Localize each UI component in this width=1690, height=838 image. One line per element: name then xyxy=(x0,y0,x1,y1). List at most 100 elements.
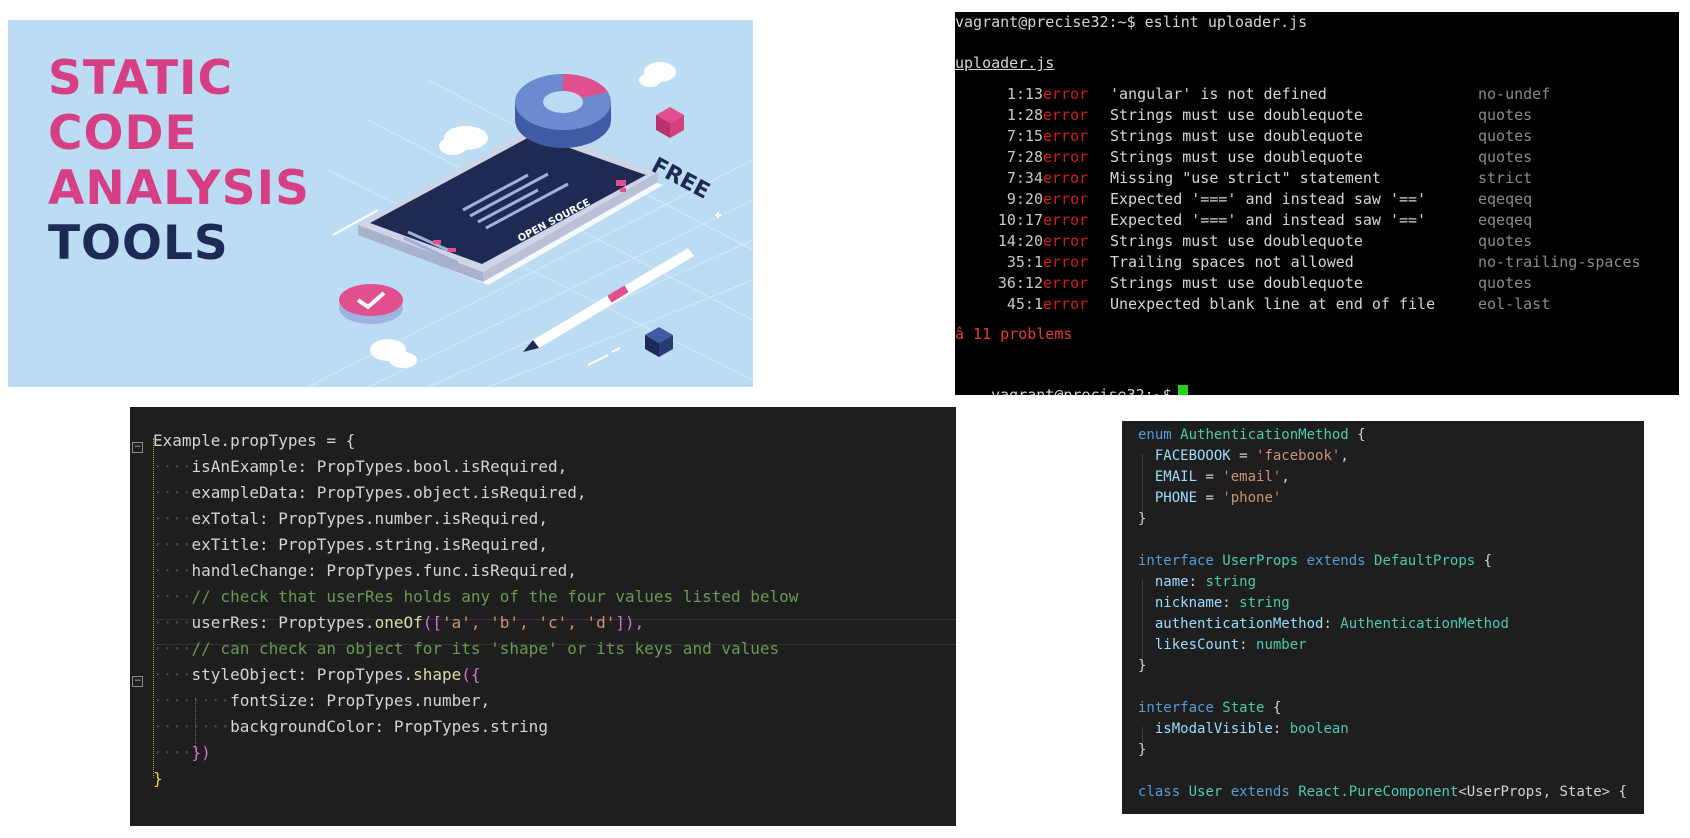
ts-line-7: interface UserProps extends DefaultProps… xyxy=(1138,553,1493,569)
code-line-8: ····userRes: Proptypes.oneOf(['a', 'b', … xyxy=(153,613,645,632)
property-name: likesCount xyxy=(1154,637,1240,653)
code-text: handleChange: PropTypes.func.isRequired, xyxy=(191,561,577,580)
fold-collapse-icon[interactable]: − xyxy=(132,442,143,453)
code-text: exTotal: PropTypes.number.isRequired, xyxy=(191,509,548,528)
type-name: React.PureComponent xyxy=(1298,784,1459,800)
code-line-9: ····// can check an object for its 'shap… xyxy=(153,639,780,658)
code-bracket: } xyxy=(153,769,163,788)
error-severity: error xyxy=(1043,232,1089,250)
error-severity: error xyxy=(1043,85,1089,103)
problems-summary: â 11 problems xyxy=(955,325,1073,343)
error-message: Strings must use doublequote xyxy=(1110,232,1363,250)
error-location: 35:1 xyxy=(1006,253,1043,271)
keyword: enum xyxy=(1138,427,1172,443)
error-rule: no-trailing-spaces xyxy=(1478,253,1641,271)
error-location: 7:28 xyxy=(1006,148,1043,166)
error-location: 7:15 xyxy=(1006,127,1043,145)
code-text: styleObject: PropTypes. xyxy=(191,665,414,684)
banner-title-line-4: TOOLS xyxy=(48,216,229,271)
eslint-error-row: 7:28 error Strings must use doublequote quo… xyxy=(955,147,1679,167)
code-text: Example.propTypes = { xyxy=(153,431,356,450)
error-severity: error xyxy=(1043,211,1089,229)
error-message: Expected '===' and instead saw '==' xyxy=(1110,190,1427,208)
eslint-error-row: 7:34 error Missing "use strict" statement s… xyxy=(955,168,1679,188)
banner-title-line-2: CODE xyxy=(48,106,198,161)
eslint-error-row: 1:13 error 'angular' is not defined no-unde… xyxy=(955,84,1679,104)
string-literal: 'email' xyxy=(1222,469,1282,485)
property-name: isModalVisible xyxy=(1154,721,1273,737)
error-rule: eqeqeq xyxy=(1478,190,1533,208)
property-name: nickname xyxy=(1154,595,1223,611)
eslint-error-row: 14:20 error Strings must use doublequote qu… xyxy=(955,231,1679,251)
terminal-cursor xyxy=(1177,385,1188,395)
error-severity: error xyxy=(1043,253,1089,271)
eslint-error-row: 1:28 error Strings must use doublequote quo… xyxy=(955,105,1679,125)
type-name: User xyxy=(1188,784,1223,800)
error-severity: error xyxy=(1043,169,1089,187)
error-location: 9:20 xyxy=(1006,190,1043,208)
eslint-error-row: 36:12 error Strings must use doublequote qu… xyxy=(955,273,1679,293)
error-rule: strict xyxy=(1478,169,1533,187)
eslint-error-row: 7:15 error Strings must use doublequote quo… xyxy=(955,126,1679,146)
code-function: oneOf xyxy=(374,613,423,632)
type-name: string xyxy=(1205,574,1257,590)
fold-collapse-icon[interactable]: − xyxy=(132,676,143,687)
code-text: { xyxy=(1348,427,1366,443)
pie-chart-icon xyxy=(515,73,611,148)
static-code-analysis-banner: OPEN SOURCE FREE STATIC CODE ANALYSIS TO… xyxy=(8,20,753,387)
ts-line-4: PHONE = 'phone' xyxy=(1154,490,1282,506)
code-line-5: ····exTitle: PropTypes.string.isRequired… xyxy=(153,535,548,554)
type-name: string xyxy=(1239,595,1290,611)
error-message: Strings must use doublequote xyxy=(1110,274,1363,292)
property-name: name xyxy=(1154,574,1189,590)
code-bracket: ({ xyxy=(461,665,481,684)
error-severity: error xyxy=(1043,295,1089,313)
ts-line-8: name: string xyxy=(1154,574,1257,590)
checkmark-icon xyxy=(339,284,403,324)
code-text: exTitle: PropTypes.string.isRequired, xyxy=(191,535,548,554)
eslint-error-row: 10:17 error Expected '===' and instead saw… xyxy=(955,210,1679,230)
code-text: isAnExample: PropTypes.bool.isRequired, xyxy=(191,457,568,476)
terminal-prompt[interactable]: vagrant@precise32:~$ xyxy=(955,365,1188,395)
error-message: Unexpected blank line at end of file xyxy=(1110,295,1436,313)
error-severity: error xyxy=(1043,106,1089,124)
error-rule: eqeqeq xyxy=(1478,211,1533,229)
keyword: interface xyxy=(1138,553,1214,569)
string-literal: 'phone' xyxy=(1222,490,1282,506)
terminal-command-line: vagrant@precise32:~$ eslint uploader.js xyxy=(955,13,1308,31)
ts-line-18: class User extends React.PureComponent<U… xyxy=(1138,782,1627,803)
eslint-terminal[interactable]: vagrant@precise32:~$ eslint uploader.js … xyxy=(955,12,1679,395)
typescript-code-editor[interactable]: enum AuthenticationMethod { FACEBOOOK = … xyxy=(1122,421,1644,814)
error-location: 36:12 xyxy=(997,274,1043,292)
error-severity: error xyxy=(1043,127,1089,145)
ts-line-3: EMAIL = 'email', xyxy=(1154,469,1290,485)
banner-title-line-3: ANALYSIS xyxy=(48,161,310,216)
type-name: AuthenticationMethod xyxy=(1180,427,1349,443)
code-bracket: }) xyxy=(191,743,211,762)
code-text: userRes: Proptypes. xyxy=(191,613,375,632)
error-location: 14:20 xyxy=(997,232,1043,250)
type-name: boolean xyxy=(1289,721,1349,737)
ts-line-5: } xyxy=(1138,511,1147,527)
string-literal: 'facebook' xyxy=(1256,448,1341,464)
banner-title-line-1: STATIC xyxy=(48,51,234,106)
error-message: Missing "use strict" statement xyxy=(1110,169,1381,187)
proptypes-code-editor[interactable]: − − Example.propTypes = { ····isAnExampl… xyxy=(130,407,956,826)
error-rule: eol-last xyxy=(1478,295,1551,313)
ts-line-1: enum AuthenticationMethod { xyxy=(1138,425,1366,446)
error-severity: error xyxy=(1043,190,1089,208)
error-rule: quotes xyxy=(1478,148,1533,166)
ts-line-2: FACEBOOOK = 'facebook', xyxy=(1154,448,1349,464)
error-rule: quotes xyxy=(1478,274,1533,292)
code-line-14: } xyxy=(153,766,163,792)
error-location: 7:34 xyxy=(1006,169,1043,187)
code-text: backgroundColor: PropTypes.string xyxy=(230,717,548,736)
code-line-2: ····isAnExample: PropTypes.bool.isRequir… xyxy=(153,457,568,476)
code-bracket: ([ xyxy=(422,613,442,632)
code-line-3: ····exampleData: PropTypes.object.isRequ… xyxy=(153,483,587,502)
code-string: 'a', 'b', 'c', 'd' xyxy=(442,613,616,632)
code-line-13: ····}) xyxy=(153,743,211,762)
property-name: authenticationMethod xyxy=(1154,616,1324,632)
eslint-error-row: 9:20 error Expected '===' and instead saw … xyxy=(955,189,1679,209)
type-name: State xyxy=(1222,700,1265,716)
